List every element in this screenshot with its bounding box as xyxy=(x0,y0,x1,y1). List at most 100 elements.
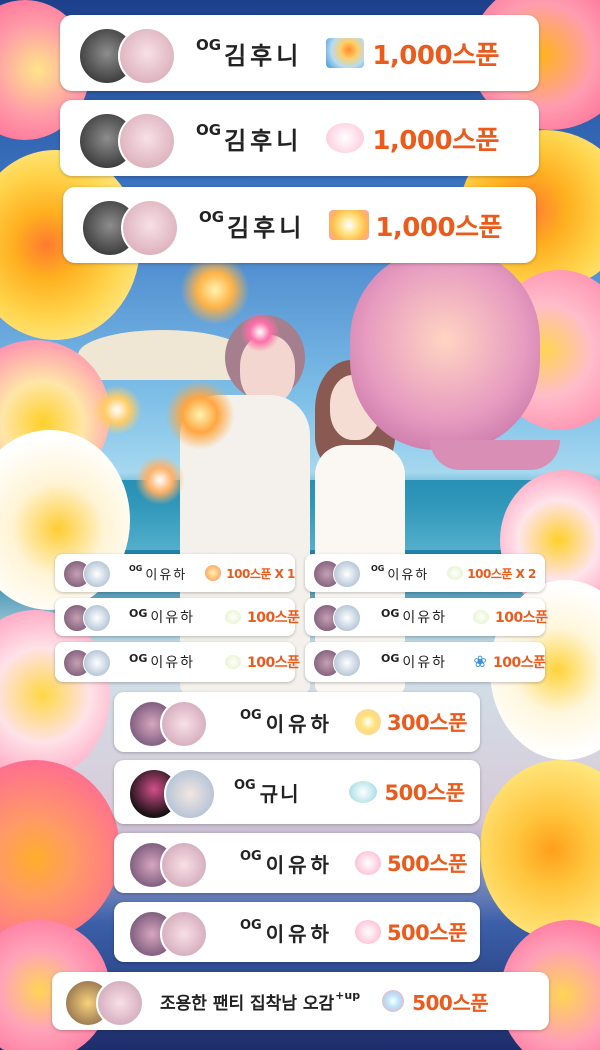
lantern-base-decoration xyxy=(430,440,560,470)
lantern-gift-icon xyxy=(326,38,365,68)
donor-name-text: 김후니 xyxy=(224,126,303,155)
avatar-group xyxy=(128,697,212,748)
avatar-group xyxy=(63,602,115,632)
avatar xyxy=(164,768,216,820)
avatar-group xyxy=(313,602,365,632)
donor-name-text: 이유하 xyxy=(150,610,196,626)
tiara-gift-icon xyxy=(225,610,242,624)
og-badge: OG xyxy=(129,652,148,665)
donation-card: OG 이유하 500스푼 xyxy=(114,833,480,893)
spoon-amount: 100스푼 xyxy=(247,610,300,626)
donation-card-small: OG 이유하 100스푼 xyxy=(55,642,300,682)
firework-decoration xyxy=(165,380,235,450)
og-badge: OG xyxy=(234,777,256,793)
donor-name: OG 이유하 xyxy=(240,918,333,947)
og-badge: OG xyxy=(196,35,222,54)
cloud-gift-icon xyxy=(326,123,365,153)
spoon-amount: 100스푼 xyxy=(247,655,300,671)
spoon-amount: 100스푼 X 2 xyxy=(467,566,536,581)
flower-gift-icon xyxy=(354,920,381,944)
donor-name-text: 이유하 xyxy=(265,921,333,946)
donor-name-text: 이유하 xyxy=(265,711,333,736)
donor-name-text: 김후니 xyxy=(227,213,306,242)
donor-name: OG 이유하 xyxy=(129,607,195,627)
avatar xyxy=(160,910,208,958)
avatar xyxy=(333,604,361,632)
donor-name-text: 규니 xyxy=(259,781,301,806)
avatar-group xyxy=(128,838,212,889)
donor-name-text: 이유하 xyxy=(265,852,333,877)
avatar-group xyxy=(81,195,181,257)
donor-name-suffix: +up xyxy=(335,988,361,1002)
avatar-group xyxy=(63,558,115,588)
donation-card: OG 김후니 1,000스푼 xyxy=(63,187,536,263)
donation-card-small: OG 이유하 ❀ 100스푼 xyxy=(305,642,546,682)
crown-gift-icon xyxy=(205,565,222,581)
avatar-group xyxy=(313,558,365,588)
tiara-gift-icon xyxy=(447,566,464,580)
spoon-amount: 500스푼 xyxy=(384,781,465,805)
og-badge: OG xyxy=(381,607,400,620)
og-badge: OG xyxy=(240,917,262,933)
donor-name-text: 이유하 xyxy=(402,655,448,671)
firework-decoration xyxy=(180,255,250,325)
donation-card-small: OG 이유하 100스푼 X 1 xyxy=(55,554,295,592)
avatar xyxy=(333,649,361,677)
donor-name-text: 조용한 팬티 집착남 오감 xyxy=(160,993,335,1014)
og-badge: OG xyxy=(129,563,143,573)
donor-name: OG 이유하 xyxy=(129,652,195,672)
tiara-gift-icon xyxy=(225,655,242,669)
og-badge: OG xyxy=(240,848,262,864)
cloud-gift-icon xyxy=(348,781,377,803)
spoon-amount: 1,000스푼 xyxy=(372,125,499,156)
donor-name: OG 김후니 xyxy=(196,121,302,156)
avatar xyxy=(333,560,361,588)
donation-card: OG 김후니 1,000스푼 xyxy=(60,15,539,91)
donor-name: OG 이유하 xyxy=(240,849,333,878)
tiara-gift-icon xyxy=(473,610,490,624)
donor-name-text: 김후니 xyxy=(224,41,303,70)
donation-card: OG 김후니 1,000스푼 xyxy=(60,100,539,176)
avatar-group xyxy=(78,23,178,85)
firework-decoration xyxy=(240,312,280,352)
firework-decoration xyxy=(92,385,142,435)
sparkle-gift-icon xyxy=(329,210,370,240)
donor-name: OG 이유하 xyxy=(381,652,447,672)
donor-name: OG 규니 xyxy=(234,778,301,807)
avatar-group xyxy=(64,976,148,1027)
donor-name: OG 김후니 xyxy=(196,36,302,71)
avatar-group xyxy=(128,907,212,958)
donor-name-text: 이유하 xyxy=(145,567,188,583)
spoon-amount: 500스푼 xyxy=(386,921,467,945)
butterfly-gift-icon: ❀ xyxy=(473,652,487,671)
spoon-amount: 100스푼 xyxy=(493,655,546,671)
spoon-amount: 100스푼 X 1 xyxy=(226,566,295,581)
donor-name: OG 이유하 xyxy=(371,564,429,583)
avatar xyxy=(160,841,208,889)
firework-gift-icon xyxy=(354,709,381,735)
spoon-amount: 1,000스푼 xyxy=(375,212,502,243)
spoon-amount: 100스푼 xyxy=(495,610,548,626)
avatar xyxy=(83,649,111,677)
avatar xyxy=(160,700,208,748)
avatar-group xyxy=(128,765,218,820)
donor-name: OG 이유하 xyxy=(129,564,187,583)
donor-name-text: 이유하 xyxy=(402,610,448,626)
firework-decoration xyxy=(135,455,185,505)
spoon-amount: 1,000스푼 xyxy=(372,40,499,71)
donor-name-text: 이유하 xyxy=(150,655,196,671)
donation-card-small: OG 이유하 100스푼 xyxy=(55,598,300,636)
donation-card-small: OG 이유하 100스푼 X 2 xyxy=(305,554,545,592)
og-badge: OG xyxy=(381,652,400,665)
lantern-decoration xyxy=(350,250,540,450)
avatar xyxy=(96,979,144,1027)
avatar-group xyxy=(63,647,115,677)
og-badge: OG xyxy=(240,707,262,723)
donor-name: 조용한 팬티 집착남 오감 +up xyxy=(160,989,360,1014)
avatar xyxy=(83,560,111,588)
avatar xyxy=(83,604,111,632)
avatar xyxy=(118,27,176,85)
og-badge: OG xyxy=(129,607,148,620)
og-badge: OG xyxy=(371,563,385,573)
avatar xyxy=(121,199,179,257)
